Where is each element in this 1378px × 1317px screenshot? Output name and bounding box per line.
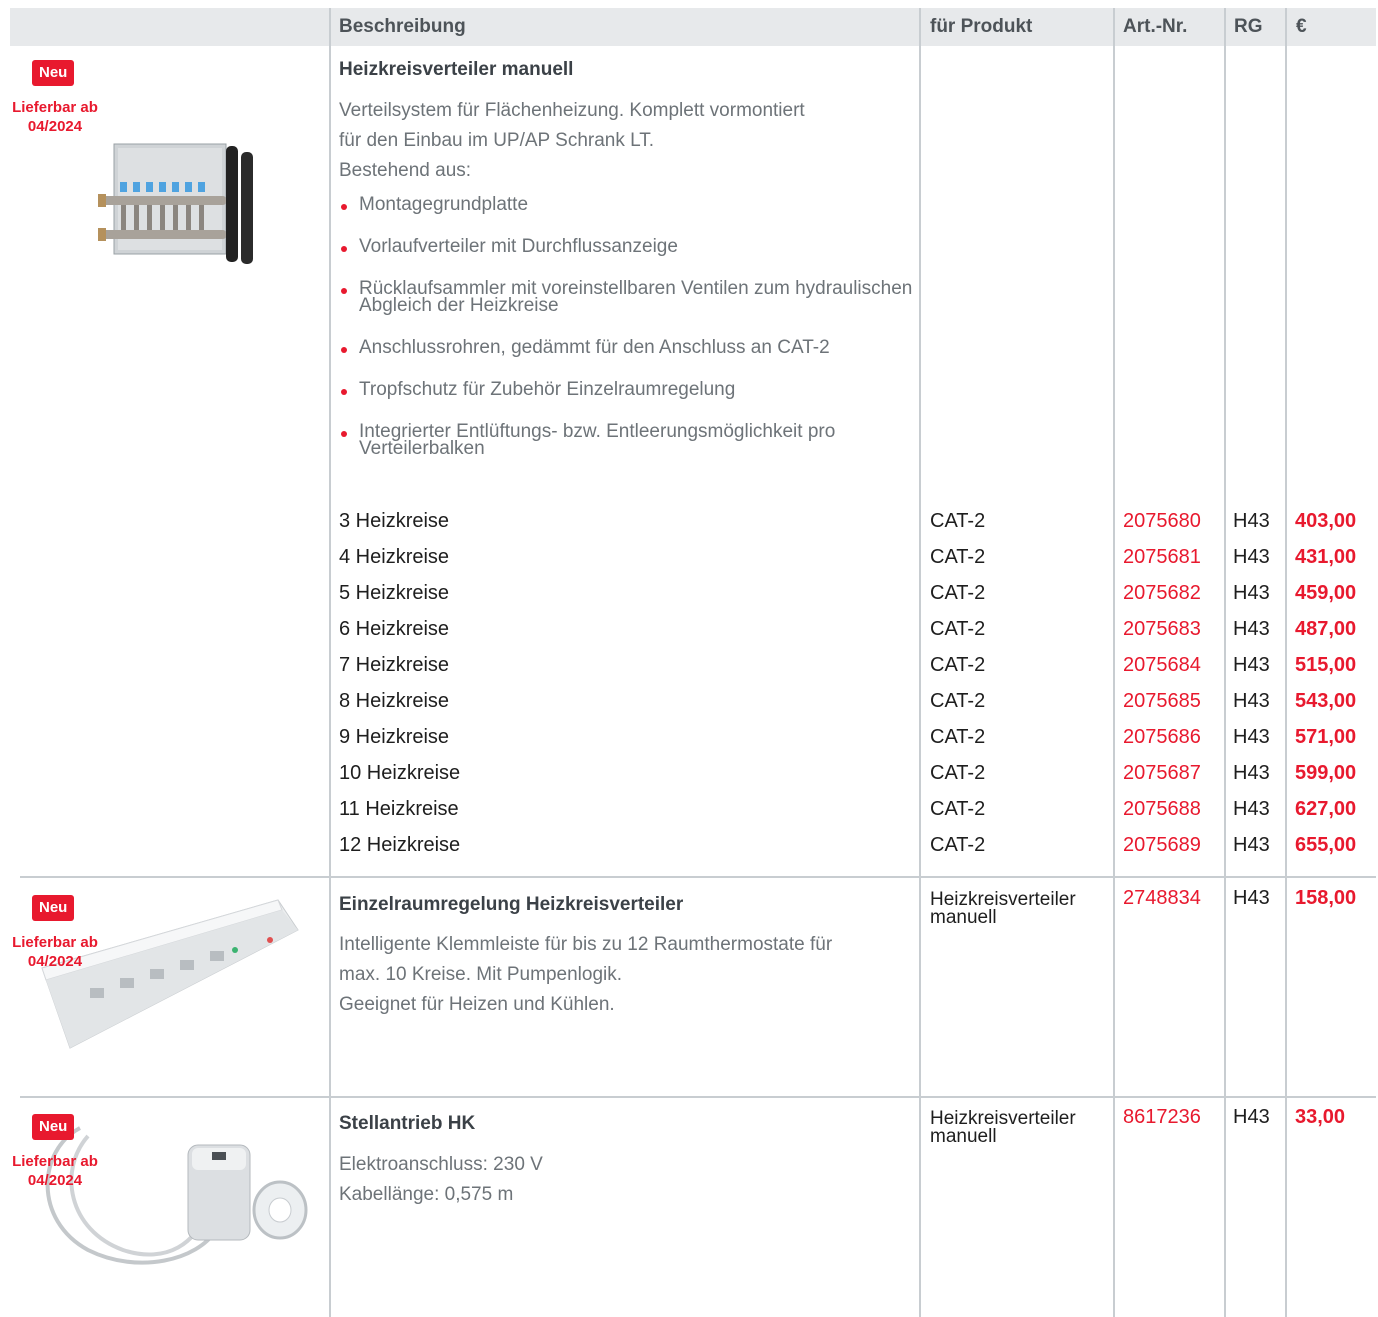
table-row: 9 Heizkreise CAT-2 2075686 H43 571,00 [0,719,1378,755]
list-item: Montagegrundplatte [339,195,919,214]
table-row: 10 Heizkreise CAT-2 2075687 H43 599,00 [0,755,1378,791]
article-number: 2075687 [1123,762,1201,784]
row-divider [20,876,1376,878]
table-row: 12 Heizkreise CAT-2 2075689 H43 655,00 [0,827,1378,863]
article-number: 2075683 [1123,618,1201,640]
availability-note: Lieferbar ab 04/2024 [12,99,98,135]
price: 158,00 [1295,887,1357,909]
table-row: 11 Heizkreise CAT-2 2075688 H43 627,00 [0,791,1378,827]
price: 33,00 [1295,1106,1346,1128]
price: 627,00 [1295,798,1357,820]
price: 599,00 [1295,762,1357,784]
list-item: Integrierter Entlüftungs- bzw. Entleerun… [339,422,919,458]
table-row: 6 Heizkreise CAT-2 2075683 H43 487,00 [0,611,1378,647]
product-compatibility: Heizkreisverteiler manuell [930,1108,1076,1147]
table-row: 3 Heizkreise CAT-2 2075680 H43 403,00 [0,503,1378,539]
article-number: 2075688 [1123,798,1201,820]
article-number: 2075686 [1123,726,1201,748]
header-product: für Produkt [930,16,1033,37]
list-item: Tropfschutz für Zubehör Einzelraumregelu… [339,380,919,399]
article-number: 2075681 [1123,546,1201,568]
new-badge: Neu [32,1114,75,1140]
product-description: Verteilsystem für Flächenheizung. Komple… [339,100,805,181]
table-row: 5 Heizkreise CAT-2 2075682 H43 459,00 [0,575,1378,611]
product-title: Stellantrieb HK [339,1113,476,1134]
product-title: Heizkreisverteiler manuell [339,59,574,80]
new-badge: Neu [32,60,75,86]
article-number: 2075689 [1123,834,1201,856]
product-description: Intelligente Klemmleiste für bis zu 12 R… [339,934,833,1015]
article-number: 2075685 [1123,690,1201,712]
header-rg: RG [1234,16,1263,37]
price: 543,00 [1295,690,1357,712]
price: 459,00 [1295,582,1357,604]
product-description: Elektroanschluss: 230 V Kabellänge: 0,57… [339,1154,543,1205]
article-number: 2075684 [1123,654,1201,676]
row-divider [20,1096,1376,1098]
price: 515,00 [1295,654,1357,676]
product-compatibility: Heizkreisverteiler manuell [930,889,1076,928]
price: 487,00 [1295,618,1357,640]
price: 571,00 [1295,726,1357,748]
new-badge: Neu [32,895,75,921]
rg-value: H43 [1233,887,1270,909]
header-description: Beschreibung [339,16,466,37]
list-item: Vorlaufverteiler mit Durchflussanzeige [339,237,919,256]
availability-note: Lieferbar ab 04/2024 [12,1153,98,1189]
feature-list: Montagegrundplatte Vorlaufverteiler mit … [339,195,919,482]
list-item: Anschlussrohren, gedämmt für den Anschlu… [339,338,919,357]
price: 431,00 [1295,546,1357,568]
availability-note: Lieferbar ab 04/2024 [12,934,98,970]
price: 655,00 [1295,834,1357,856]
header-article: Art.-Nr. [1123,16,1188,37]
header-price: € [1296,16,1307,37]
price: 403,00 [1295,510,1357,532]
list-item: Rücklaufsammler mit voreinstellbaren Ven… [339,279,919,315]
table-row: 8 Heizkreise CAT-2 2075685 H43 543,00 [0,683,1378,719]
article-number: 2748834 [1123,887,1201,909]
article-number: 8617236 [1123,1106,1201,1128]
table-row: 7 Heizkreise CAT-2 2075684 H43 515,00 [0,647,1378,683]
table-row: 4 Heizkreise CAT-2 2075681 H43 431,00 [0,539,1378,575]
rg-value: H43 [1233,1106,1270,1128]
article-number: 2075680 [1123,510,1201,532]
product-title: Einzelraumregelung Heizkreisverteiler [339,894,684,915]
heating-manifold-image [98,143,253,264]
article-number: 2075682 [1123,582,1201,604]
